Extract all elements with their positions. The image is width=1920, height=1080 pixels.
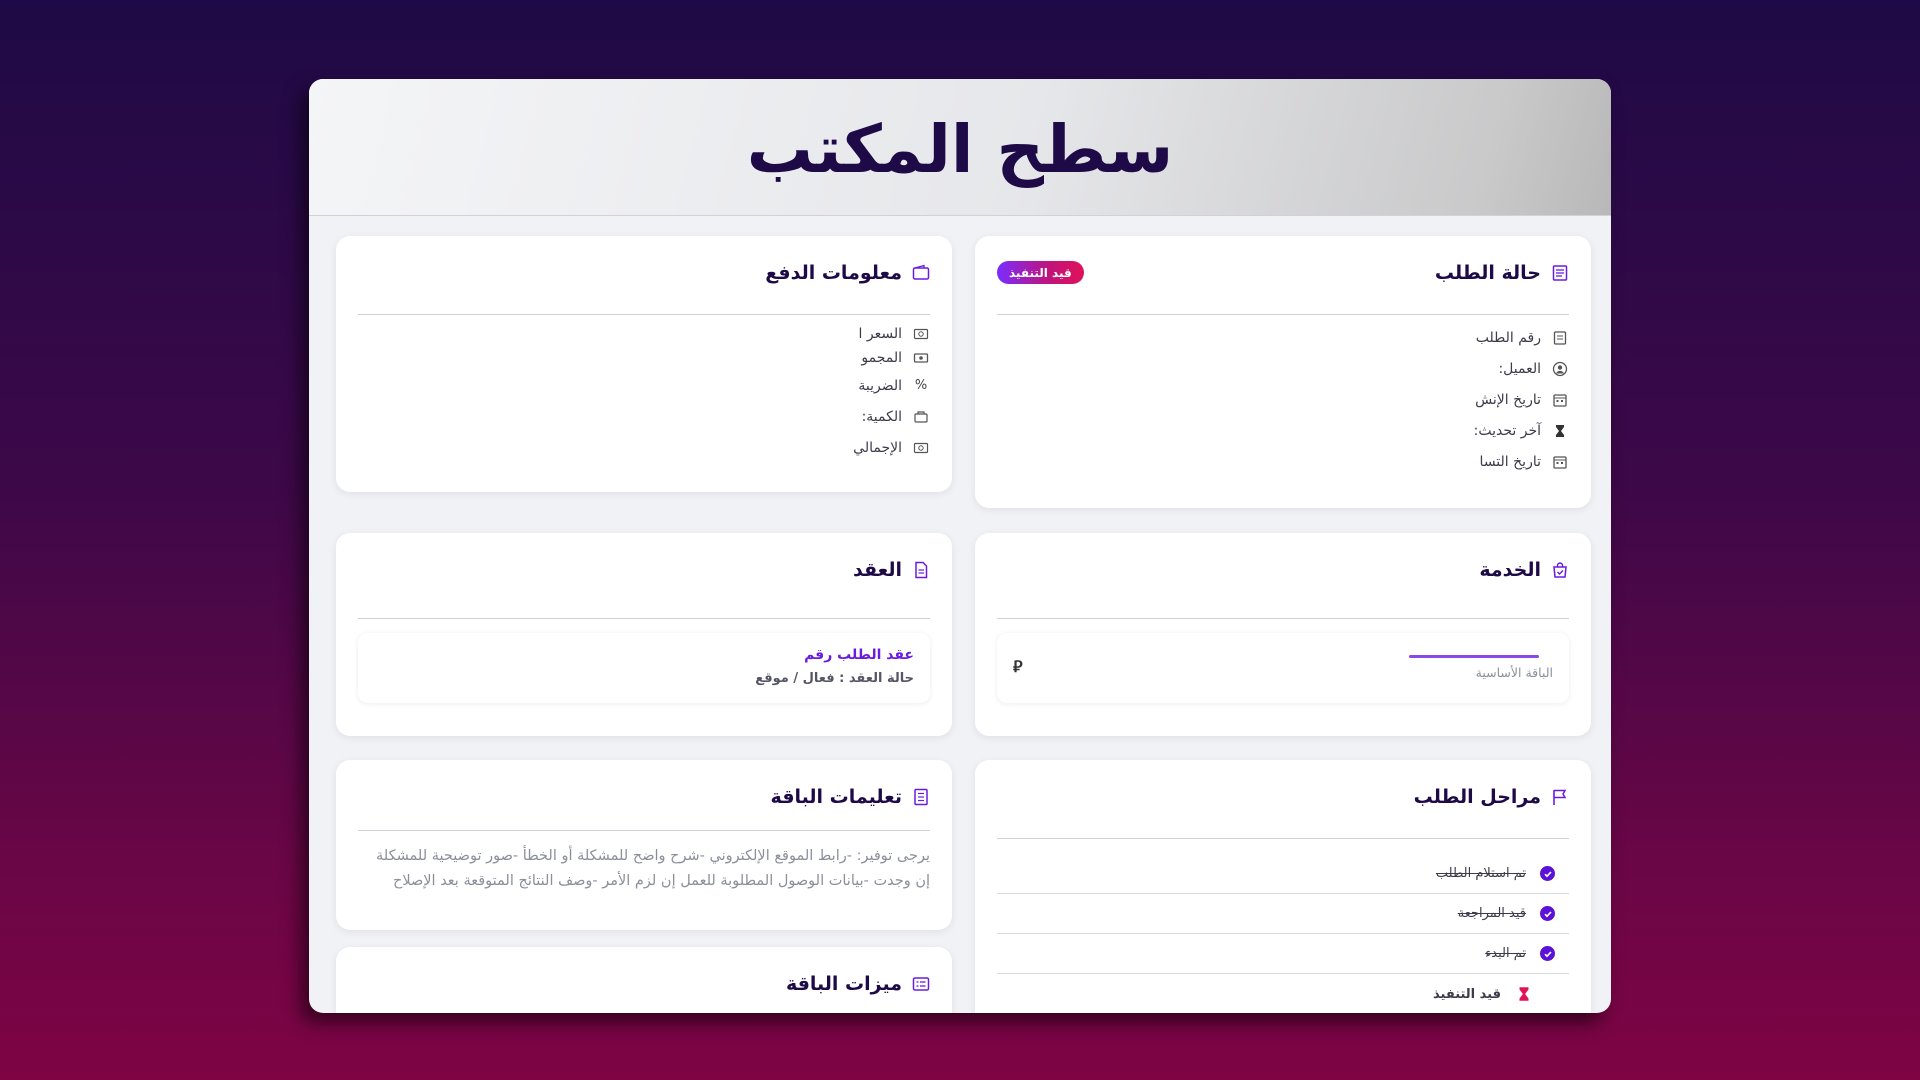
stage-label: تم استلام الطلب <box>1435 866 1526 881</box>
order-details: رقم الطلب العميل: تاريخ الإنش آخر تحديث:… <box>1474 322 1569 477</box>
check-circle-icon <box>1540 866 1555 881</box>
stage-item: قيد المراجعة <box>997 894 1569 934</box>
row-label: السعر ا <box>858 326 902 342</box>
box-icon <box>912 408 930 426</box>
dashboard-window: سطح المكتب حالة الطلب قيد التنفيذ رقم ال… <box>309 79 1611 1013</box>
page-title: سطح المكتب <box>746 110 1174 188</box>
contract-card: العقد عقد الطلب رقم حالة العقد : فعال / … <box>336 533 952 736</box>
row-label: العميل: <box>1498 360 1541 377</box>
card-header: العقد <box>358 553 930 587</box>
service-item[interactable]: الباقة الأساسية ⃁ <box>997 633 1569 703</box>
calendar-icon <box>1551 391 1569 409</box>
package-instructions-card: تعليمات الباقة يرجى توفير: -رابط الموقع … <box>336 760 952 930</box>
checklist-icon <box>912 975 930 993</box>
divider <box>358 830 930 831</box>
total-row: الإجمالي <box>852 432 930 463</box>
check-circle-icon <box>1540 906 1555 921</box>
price-row: السعر ا <box>852 322 930 346</box>
package-features-card: ميزات الباقة <box>336 947 952 1013</box>
status-badge: قيد التنفيذ <box>997 261 1084 284</box>
order-stages-card: مراحل الطلب تم استلام الطلب قيد المراجعة… <box>975 760 1591 1013</box>
row-label: آخر تحديث: <box>1473 422 1541 439</box>
row-label: الإجمالي <box>853 439 902 456</box>
card-title: حالة الطلب <box>1434 262 1541 284</box>
instructions-text: يرجى توفير: -رابط الموقع الإلكتروني -شرح… <box>376 848 930 889</box>
card-header: تعليمات الباقة <box>358 780 930 814</box>
tax-row: % الضريبة <box>852 370 930 401</box>
card-header: مراحل الطلب <box>997 780 1569 814</box>
row-label: المجمو <box>861 350 902 366</box>
row-label: الضريبة <box>858 377 902 394</box>
hourglass-icon <box>1551 422 1569 440</box>
subtotal-row: المجمو <box>852 346 930 370</box>
document-icon <box>912 561 930 579</box>
divider <box>997 314 1569 315</box>
contract-status: حالة العقد : فعال / موقع <box>755 671 914 686</box>
package-name: الباقة الأساسية <box>1475 665 1553 680</box>
last-update-row: آخر تحديث: <box>1474 415 1569 446</box>
stage-item: تم البدء <box>997 934 1569 974</box>
customer-row: العميل: <box>1474 353 1569 384</box>
money-icon <box>912 325 930 343</box>
stage-label: قيد التنفيذ <box>1433 986 1501 1002</box>
card-title: معلومات الدفع <box>765 262 902 284</box>
currency-icon: ⃁ <box>1013 657 1023 676</box>
stage-item: تم استلام الطلب <box>997 854 1569 894</box>
payment-details: السعر ا المجمو % الضريبة الكمية: الإجمال… <box>852 322 930 463</box>
divider <box>997 618 1569 619</box>
quantity-row: الكمية: <box>852 401 930 432</box>
receipt-icon <box>1551 329 1569 347</box>
divider <box>997 838 1569 839</box>
shopping-bag-icon <box>1551 561 1569 579</box>
card-title: تعليمات الباقة <box>770 786 902 808</box>
created-date-row: تاريخ الإنش <box>1474 384 1569 415</box>
money-icon <box>912 439 930 457</box>
row-label: رقم الطلب <box>1475 329 1541 346</box>
percent-icon: % <box>914 378 928 393</box>
calendar-icon <box>1551 453 1569 471</box>
user-circle-icon <box>1551 360 1569 378</box>
stage-item: قيد التنفيذ <box>997 974 1569 1013</box>
card-title: الخدمة <box>1479 559 1541 581</box>
stage-label: تم البدء <box>1485 946 1526 961</box>
cash-icon <box>912 349 930 367</box>
divider <box>358 314 930 315</box>
row-label: الكمية: <box>861 408 902 425</box>
card-title: مراحل الطلب <box>1413 786 1541 808</box>
receipt-icon <box>1551 264 1569 282</box>
check-circle-icon <box>1540 946 1555 961</box>
order-number-row: رقم الطلب <box>1474 322 1569 353</box>
hourglass-icon <box>1515 985 1533 1003</box>
wallet-icon <box>912 264 930 282</box>
list-document-icon <box>912 788 930 806</box>
card-header: ميزات الباقة <box>358 967 930 1001</box>
page-header: سطح المكتب <box>309 79 1611 216</box>
row-label: تاريخ التسا <box>1479 453 1541 470</box>
order-status-card: حالة الطلب قيد التنفيذ رقم الطلب العميل:… <box>975 236 1591 508</box>
contract-item: عقد الطلب رقم حالة العقد : فعال / موقع <box>358 633 930 703</box>
card-title: العقد <box>852 559 902 581</box>
flag-icon <box>1551 788 1569 806</box>
card-title: ميزات الباقة <box>785 973 902 995</box>
contract-link[interactable]: عقد الطلب رقم <box>804 647 914 663</box>
service-card: الخدمة الباقة الأساسية ⃁ <box>975 533 1591 736</box>
card-header: الخدمة <box>997 553 1569 587</box>
divider <box>358 618 930 619</box>
stage-label: قيد المراجعة <box>1457 906 1526 921</box>
card-header: معلومات الدفع <box>358 256 930 290</box>
service-name-placeholder <box>1409 655 1539 658</box>
stages-list: تم استلام الطلب قيد المراجعة تم البدء قي… <box>997 854 1569 1013</box>
row-label: تاريخ الإنش <box>1475 391 1541 408</box>
delivery-date-row: تاريخ التسا <box>1474 446 1569 477</box>
payment-info-card: معلومات الدفع السعر ا المجمو % الضريبة ا… <box>336 236 952 492</box>
